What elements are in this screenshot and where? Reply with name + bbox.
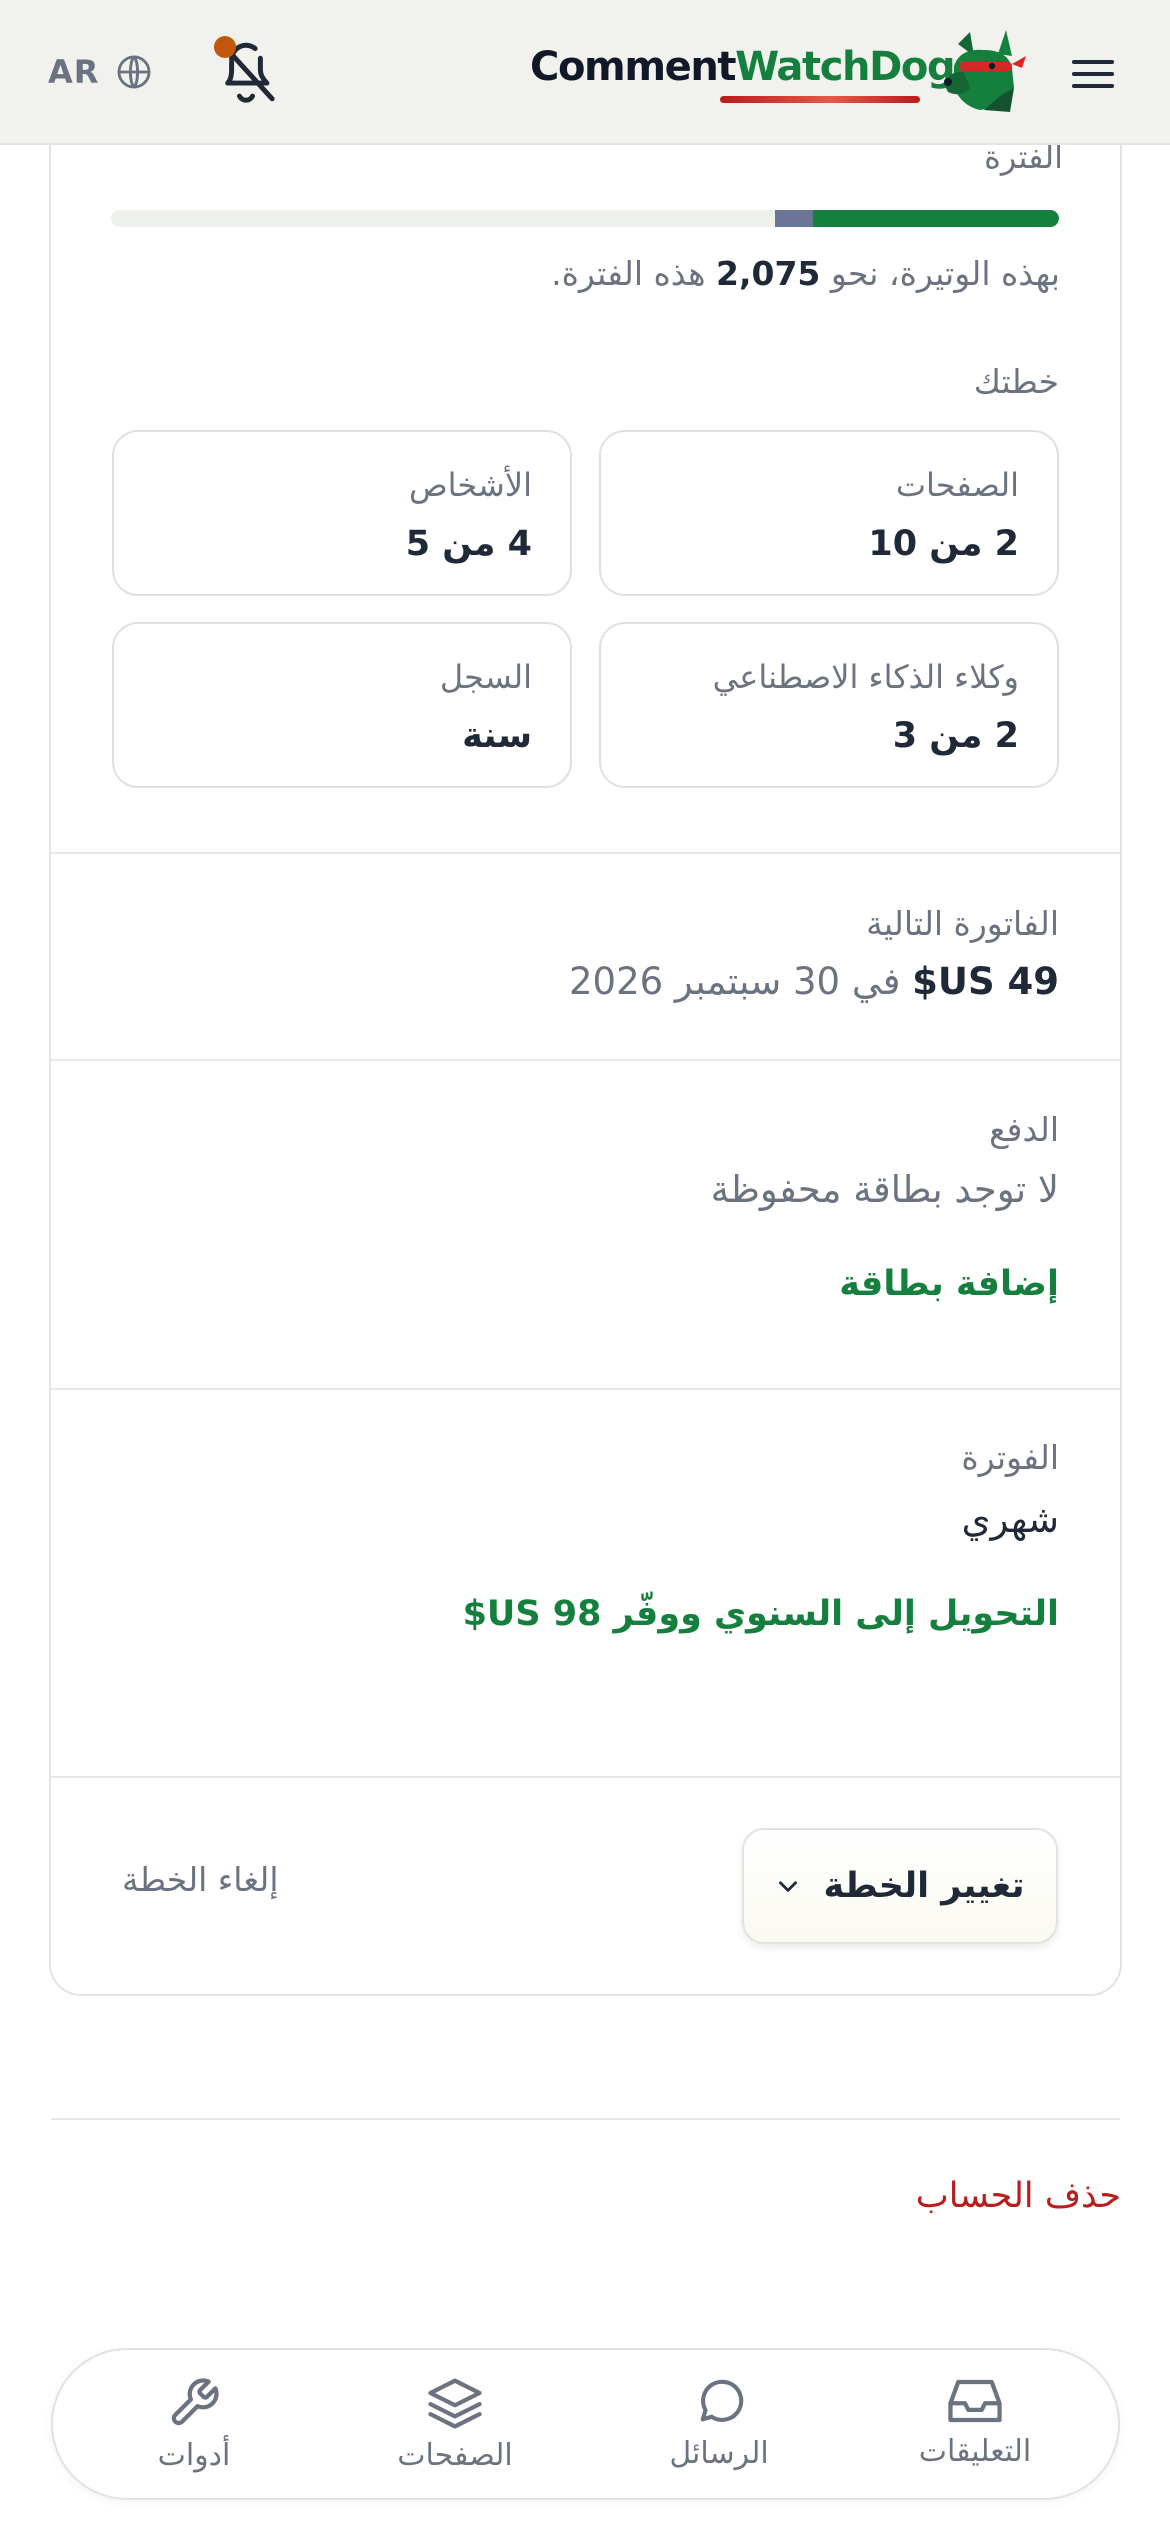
next-invoice-date: في 30 سبتمبر 2026 [569,960,901,1003]
next-invoice-amount: 49 US$ [912,960,1059,1003]
section-divider [51,2118,1120,2120]
change-plan-button[interactable]: تغيير الخطة [742,1828,1058,1944]
section-divider [51,852,1120,854]
plan-title: خطتك [973,362,1059,401]
plan-tile-people: الأشخاص 4 من 5 [112,430,572,596]
tile-value: 2 من 10 [868,524,1019,564]
language-switcher[interactable]: AR [48,50,153,94]
globe-icon [117,55,151,89]
usage-progress-fill [812,210,1059,227]
next-invoice-label: الفاتورة التالية [866,904,1059,943]
usage-projection-fill [774,210,813,227]
change-plan-label: تغيير الخطة [823,1866,1025,1906]
nav-label-pages: الصفحات [397,2438,513,2473]
plan-tile-history: السجل سنة [112,622,572,788]
add-card-link[interactable]: إضافة بطاقة [839,1264,1059,1304]
brand-part-1: Comment [530,44,737,90]
plan-tile-ai-agents: وكلاء الذكاء الاصطناعي 2 من 3 [599,622,1059,788]
nav-label-comments: التعليقات [918,2434,1032,2469]
pace-value: 2,075 [716,254,821,293]
tile-value: 2 من 3 [892,716,1019,756]
tile-label: الأشخاص [408,466,532,504]
wrench-icon [171,2378,219,2426]
plan-tile-pages: الصفحات 2 من 10 [599,430,1059,596]
menu-icon[interactable] [1068,54,1118,94]
section-divider [51,1059,1120,1061]
chat-bubble-icon [700,2379,744,2422]
top-bar: AR CommentWatchDog [0,0,1170,145]
layers-icon [428,2378,482,2429]
tile-label: الصفحات [895,466,1019,504]
next-invoice-value: 49 US$ في 30 سبتمبر 2026 [569,960,1059,1003]
cancel-plan-button[interactable]: إلغاء الخطة [122,1860,279,1899]
payment-label: الدفع [989,1110,1059,1149]
tile-label: وكلاء الذكاء الاصطناعي [712,658,1019,696]
brand-underline [720,96,920,103]
pace-suffix: هذه الفترة. [551,254,706,293]
payment-value: لا توجد بطاقة محفوظة [710,1168,1059,1211]
notification-dot [214,36,236,58]
nav-item-messages[interactable]: الرسائل [609,2350,829,2502]
delete-account-link[interactable]: حذف الحساب [916,2176,1121,2216]
tile-label: السجل [439,658,532,696]
notifications-button[interactable] [214,36,278,104]
dog-mascot-icon [944,30,1026,112]
section-divider [51,1776,1120,1778]
brand-logo-text[interactable]: CommentWatchDog [530,44,956,104]
subscription-card [49,120,1122,1996]
brand-part-2: WatchDog [735,44,956,90]
nav-label-tools: أدوات [157,2438,231,2473]
section-divider [51,1388,1120,1390]
pace-estimate: بهذه الوتيرة، نحو 2,075 هذه الفترة. [551,254,1060,293]
billing-value: شهري [961,1498,1059,1541]
pace-prefix: بهذه الوتيرة، نحو [830,254,1060,293]
nav-item-pages[interactable]: الصفحات [345,2350,565,2502]
language-code: AR [48,53,100,91]
billing-label: الفوترة [961,1438,1059,1477]
nav-item-comments[interactable]: التعليقات [865,2350,1085,2502]
nav-item-tools[interactable]: أدوات [84,2350,304,2502]
tile-value: 4 من 5 [405,524,532,564]
chevron-down-icon [779,1881,798,1892]
tile-value: سنة [462,716,532,756]
nav-label-messages: الرسائل [669,2436,769,2471]
inbox-icon [948,2379,1002,2423]
bottom-navigation: التعليقات الرسائل الصفحات أدوات [51,2348,1120,2500]
switch-to-annual-link[interactable]: التحويل إلى السنوي ووفّر 98 US$ [463,1594,1059,1634]
usage-progress-bar [111,210,1059,227]
